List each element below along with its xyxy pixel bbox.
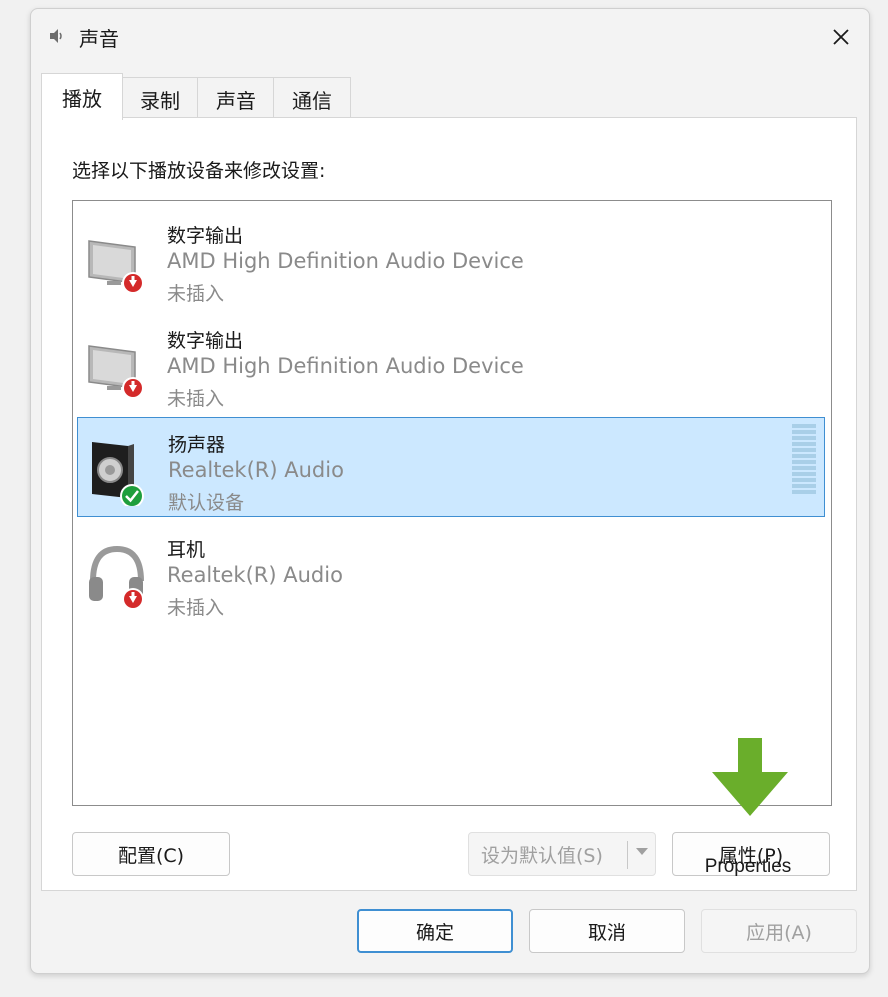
- chevron-down-icon[interactable]: [635, 847, 649, 857]
- device-item-speakers[interactable]: 扬声器 Realtek(R) Audio 默认设备: [77, 417, 825, 517]
- device-description: Realtek(R) Audio: [167, 563, 343, 587]
- annotation-label: Properties: [704, 856, 792, 877]
- monitor-icon: [88, 240, 144, 294]
- device-item-headphones[interactable]: 耳机 Realtek(R) Audio 未插入: [77, 523, 825, 623]
- speaker-app-icon: [50, 29, 62, 43]
- device-description: Realtek(R) Audio: [168, 458, 344, 482]
- apply-button[interactable]: 应用(A): [701, 909, 857, 953]
- ok-button[interactable]: 确定: [357, 909, 513, 953]
- device-name: 数字输出: [167, 330, 244, 352]
- device-name: 耳机: [167, 539, 206, 561]
- tab-recording[interactable]: 录制: [121, 77, 199, 120]
- tab-communications[interactable]: 通信: [273, 77, 351, 120]
- set-default-button[interactable]: 设为默认值(S): [468, 832, 656, 876]
- device-status: 未插入: [167, 597, 225, 619]
- device-description: AMD High Definition Audio Device: [167, 249, 524, 273]
- monitor-icon: [88, 345, 144, 399]
- configure-button[interactable]: 配置(C): [72, 832, 230, 876]
- device-item-digital-output-2[interactable]: 数字输出 AMD High Definition Audio Device 未插…: [77, 314, 825, 414]
- device-name: 扬声器: [168, 434, 226, 456]
- sound-dialog: 声音 播放 录制 声音 通信 选择以下播放设备来修改设置: 数字输出 AMD H…: [30, 8, 870, 974]
- cancel-button[interactable]: 取消: [529, 909, 685, 953]
- device-description: AMD High Definition Audio Device: [167, 354, 524, 378]
- window-title: 声音: [79, 27, 119, 51]
- speaker-icon: [92, 442, 144, 506]
- device-status: 默认设备: [168, 492, 245, 514]
- device-list: 数字输出 AMD High Definition Audio Device 未插…: [72, 200, 832, 806]
- device-status: 未插入: [167, 283, 225, 305]
- title-bar: 声音: [31, 9, 869, 65]
- close-button[interactable]: [823, 19, 859, 55]
- tab-sounds[interactable]: 声音: [197, 77, 275, 120]
- device-name: 数字输出: [167, 225, 244, 247]
- annotation-arrow-icon: [712, 738, 788, 816]
- volume-level-meter: [792, 424, 816, 494]
- close-icon: [833, 29, 849, 45]
- set-default-label: 设为默认值(S): [481, 844, 603, 867]
- instruction-text: 选择以下播放设备来修改设置:: [72, 160, 326, 182]
- tab-playback[interactable]: 播放: [41, 73, 123, 120]
- split-divider: [627, 841, 628, 869]
- device-status: 未插入: [167, 388, 225, 410]
- headphones-icon: [89, 545, 144, 610]
- device-item-digital-output-1[interactable]: 数字输出 AMD High Definition Audio Device 未插…: [77, 209, 825, 309]
